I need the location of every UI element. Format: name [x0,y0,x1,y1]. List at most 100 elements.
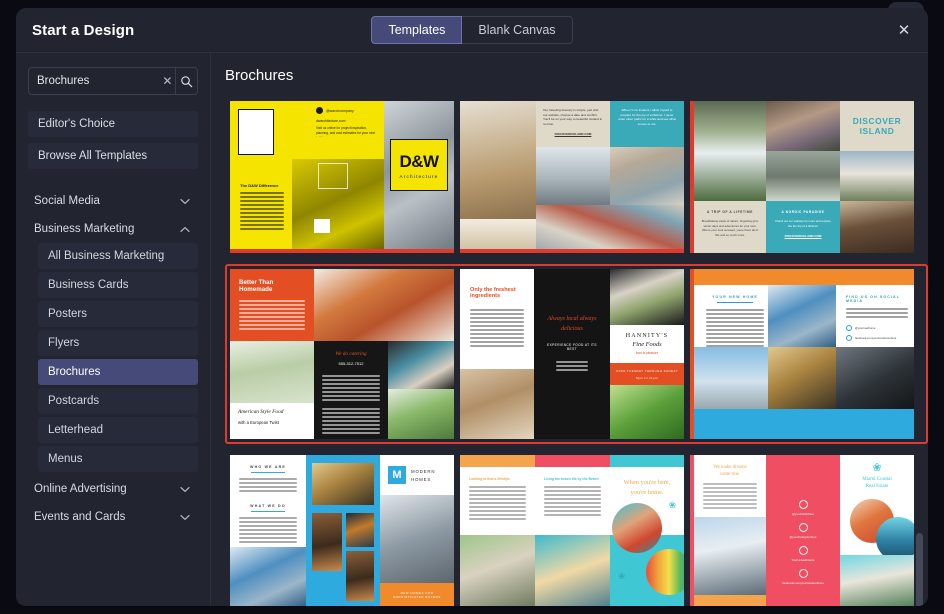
close-icon[interactable]: ✕ [890,16,918,44]
thumb-social: @yourtwitterhere @yourinstagramhere Your… [766,455,840,606]
thumb-image-glass [230,547,306,606]
template-card-miami-coastal-real-estate[interactable]: We make dreams come true. @yourtwitterhe… [690,455,914,606]
thumb-image-colors [646,549,684,595]
thumb-text-pane: Only the freshest ingredients [460,269,534,369]
thumb-logo: DISCOVER ISLAND [840,101,914,151]
instagram-icon [798,523,808,532]
dialog-body: ✕ Editor's Choice Browse All Templates S… [16,52,928,606]
nav-group-social-media[interactable]: Social Media [28,187,198,215]
tab-blank-canvas[interactable]: Blank Canvas [462,16,573,44]
template-row-selected: Better Than Homemade American Style Food… [225,264,928,444]
sidebar-item-all-business-marketing[interactable]: All Business Marketing [38,243,198,269]
nav-group-business-marketing[interactable]: Business Marketing [28,215,198,243]
page-title: Start a Design [32,21,135,39]
tab-templates[interactable]: Templates [371,16,463,44]
thumb-image-horses [840,201,914,253]
thumb-text-pane: WHO WE ARE WHAT WE DO [230,455,306,547]
thumb-accent-bar [694,595,766,606]
thumb-image-seats [460,219,536,253]
thumb-image-people [766,101,840,151]
sidebar-item-brochures[interactable]: Brochures [38,359,198,385]
thumb-dark-pane: Always local always delicious EXPERIENCE… [534,269,610,439]
sidebar-item-flyers[interactable]: Flyers [38,330,198,356]
thumb-image-mansion [694,517,766,595]
content-scrollbar[interactable] [916,533,923,606]
thumb-headline: YOUR NEW HOME [706,295,764,347]
sidebar-item-business-cards[interactable]: Business Cards [38,272,198,298]
template-row: @warchcompany dwarchitecture.com Visit u… [225,96,928,258]
nav-group-label: Social Media [34,195,100,207]
template-card-discover-island[interactable]: DISCOVER ISLAND A TRIP OF A LIFETIME Bre… [690,101,914,253]
thumb-accent-bar [230,249,454,253]
logo-dot [316,107,323,114]
clear-search-icon[interactable]: ✕ [160,68,175,94]
thumb-image-tower [380,495,454,583]
template-card-iceland-photo[interactable]: Our traveling itinerary is simple, just … [460,101,684,253]
thumb-text-pane: A NORDIC PARADISE Check out our website … [766,201,840,253]
thumb-image-salmon [314,269,454,341]
facebook-icon [798,569,808,578]
nav-group-label: Events and Cards [34,511,126,523]
thumb-accent-bar: NEW HOMES FOR SOPHISTICATED BUYERS [380,583,454,606]
template-card-your-new-home[interactable]: YOUR NEW HOME FIND US ON SOCIAL MEDIA @y… [690,269,914,439]
thumb-text-pane: Better Than Homemade [230,269,314,341]
thumb-social: FIND US ON SOCIAL MEDIA @yournewhome fac… [846,295,908,341]
template-card-dw-architecture[interactable]: @warchcompany dwarchitecture.com Visit u… [230,101,454,253]
thumb-image-church [840,151,914,201]
search-input[interactable] [29,68,160,94]
thumb-image-boy [612,503,662,553]
divider [717,302,753,303]
thumb-text-pane: A TRIP OF A LIFETIME Breathtaking views … [694,201,766,253]
thumb-image-cottage [535,535,610,606]
search-bar: ✕ [28,67,198,95]
twitter-icon [798,500,808,509]
thumb-image-town [536,205,684,253]
thumb-accent-bar [460,249,684,253]
template-grid: @warchcompany dwarchitecture.com Visit u… [225,96,928,606]
template-results: Brochures @warchcompany dwarchitecture.c… [211,53,928,606]
thumb-image-night [346,513,374,547]
nav-group-label: Online Advertising [34,483,127,495]
thumb-accent-bar [460,455,535,467]
nav-children-business-marketing: All Business Marketing Business Cards Po… [28,243,198,472]
template-card-better-than-homemade[interactable]: Better Than Homemade American Style Food… [230,269,454,439]
thumb-image-tea [230,341,314,403]
screen: Start a Design Templates Blank Canvas ✕ … [0,0,944,614]
palm-tree-icon: ❀ [618,571,626,581]
divider [251,472,285,473]
search-icon[interactable] [175,68,197,94]
scrollbar-track[interactable] [916,67,923,600]
thumb-image-eggs [460,369,534,439]
quick-link-browse-all-templates[interactable]: Browse All Templates [28,143,198,169]
thumb-logo: M MODERN HOMES [380,455,454,495]
sidebar: ✕ Editor's Choice Browse All Templates S… [16,53,211,606]
template-card-modern-homes[interactable]: WHO WE ARE WHAT WE DO M MODERN HOMES NEW… [230,455,454,606]
thumb-image-hikers [766,151,840,201]
mode-tabs: Templates Blank Canvas [16,16,928,44]
thumb-logo: ❀ Miami Coastal Real Estate [840,463,914,503]
sidebar-item-posters[interactable]: Posters [38,301,198,327]
thumb-image-waterfall [694,101,766,201]
thumb-logo: D&W Architecture [390,139,448,191]
thumb-image-interior [768,347,836,409]
chevron-down-icon [180,196,190,206]
nav-group-online-advertising[interactable]: Online Advertising [28,475,198,503]
palm-tree-icon: ❀ [872,463,882,474]
template-card-hannitys-fine-foods[interactable]: Only the freshest ingredients Always loc… [460,269,684,439]
thumb-image-coffee [388,341,454,389]
thumb-accent-bar [694,409,914,439]
sidebar-item-menus[interactable]: Menus [38,446,198,472]
quick-link-editors-choice[interactable]: Editor's Choice [28,111,198,137]
category-nav: Social Media Business Marketing All Busi… [28,187,198,531]
thumb-image-wood [312,513,342,571]
thumb-accent-bar [694,269,914,285]
divider [251,511,285,512]
thumb-accent-bar [610,455,684,467]
sidebar-item-postcards[interactable]: Postcards [38,388,198,414]
sidebar-item-letterhead[interactable]: Letterhead [38,417,198,443]
thumb-quote-pane: When I'm in Iceland, I allow myself to p… [610,101,684,147]
nav-group-label: Business Marketing [34,223,135,235]
template-card-when-youre-here[interactable]: Looking to find a lifestyle Living the b… [460,455,684,606]
nav-group-events-and-cards[interactable]: Events and Cards [28,503,198,531]
thumb-text-pane: Living the beach life by the Beach [535,467,610,535]
